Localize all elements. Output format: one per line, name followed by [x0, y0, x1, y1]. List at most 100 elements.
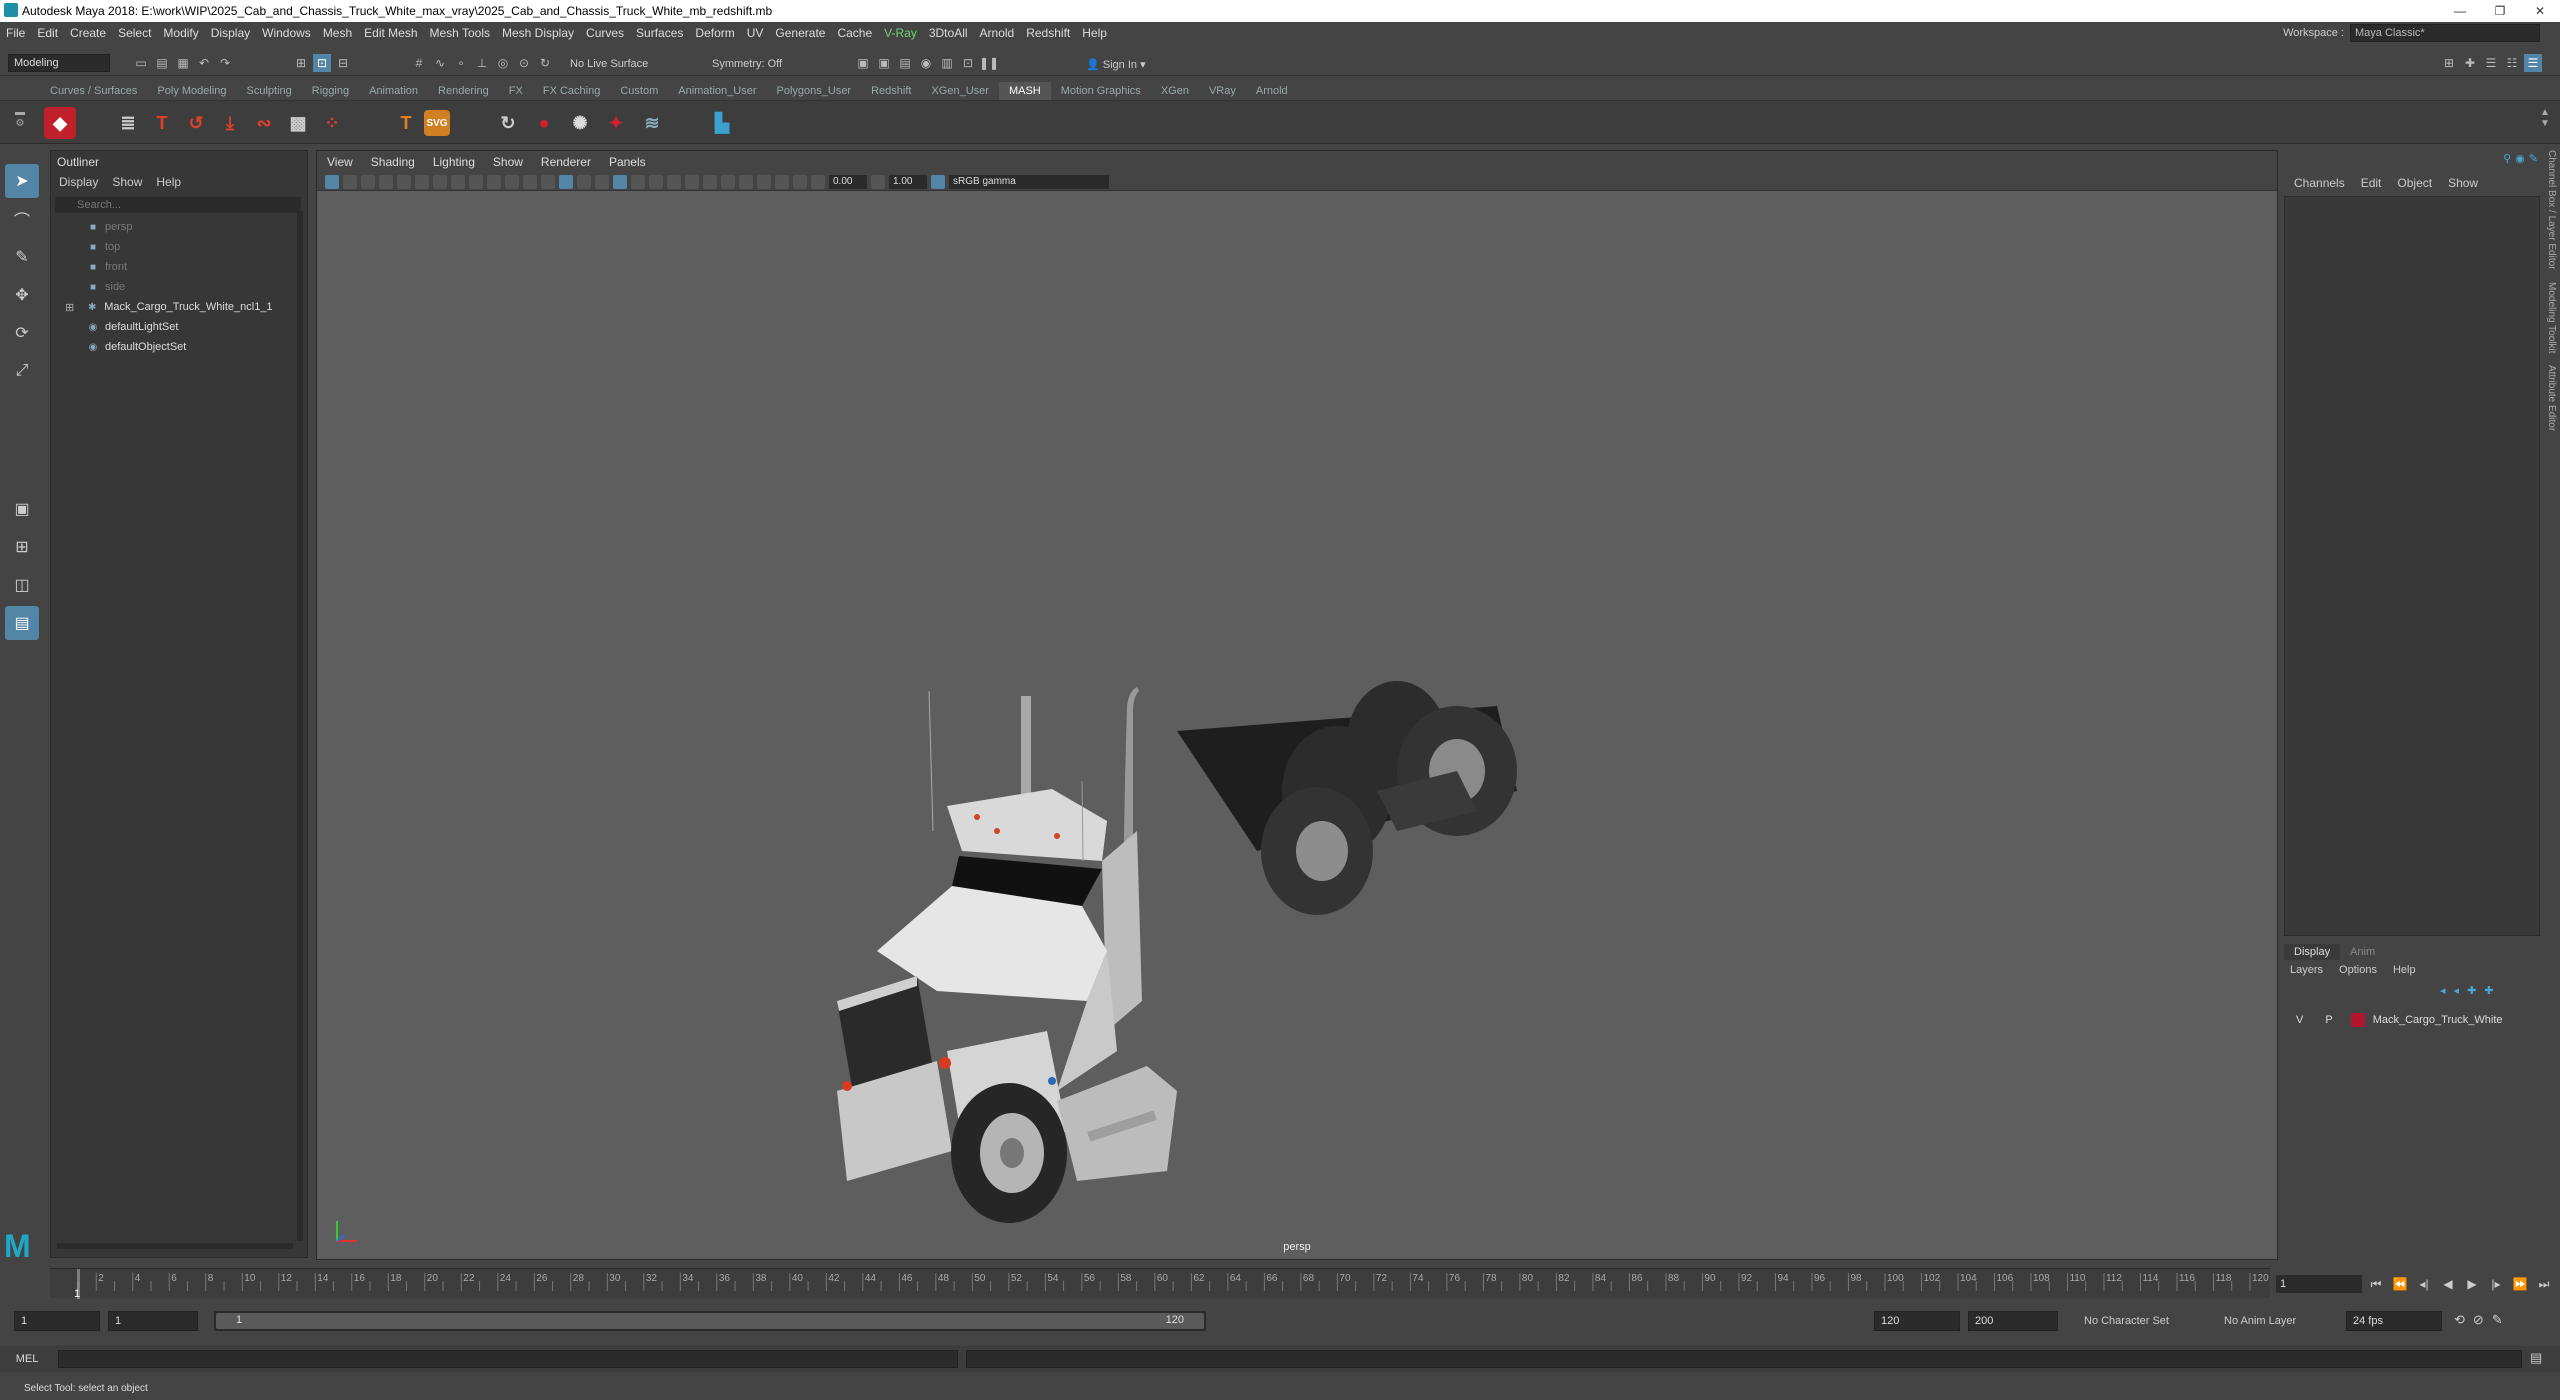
mash-type-icon[interactable]: T	[146, 107, 178, 139]
render-view-icon[interactable]: ▥	[938, 54, 956, 72]
viewport-menu-view[interactable]: View	[327, 155, 353, 169]
range-slider[interactable]: 1 120	[214, 1311, 1206, 1331]
pause-icon[interactable]: ❚❚	[979, 54, 999, 72]
single-perspective-layout-icon[interactable]: ▣	[5, 492, 39, 526]
viewport-menu-shading[interactable]: Shading	[371, 155, 415, 169]
auto-key-icon[interactable]: ⊘	[2473, 1312, 2484, 1328]
snap-grid-icon[interactable]: #	[410, 54, 428, 72]
layer-menu-layers[interactable]: Layers	[2290, 964, 2323, 976]
character-set-dropdown[interactable]: No Character Set	[2084, 1315, 2169, 1327]
shadows-icon[interactable]	[649, 174, 663, 189]
layer-menu-options[interactable]: Options	[2339, 964, 2377, 976]
default-material-icon[interactable]	[577, 174, 591, 189]
move-layer-down-icon[interactable]: ◂	[2454, 984, 2460, 997]
camera-attributes-icon[interactable]	[343, 174, 357, 189]
workspace-selector[interactable]: Workspace : Maya Classic*	[2283, 24, 2540, 42]
scale-tool-icon[interactable]: ⤢	[5, 354, 39, 388]
menu-mesh[interactable]: Mesh	[317, 26, 358, 40]
mash-spline-icon[interactable]: ∾	[248, 107, 280, 139]
viewport-menu-show[interactable]: Show	[493, 155, 523, 169]
mash-repro-icon[interactable]: ✦	[600, 107, 632, 139]
outliner-menu-help[interactable]: Help	[156, 175, 181, 189]
menu-arnold[interactable]: Arnold	[974, 26, 1021, 40]
mash-points-icon[interactable]: ⁘	[316, 107, 348, 139]
mel-input[interactable]	[58, 1350, 958, 1368]
field-chart-icon[interactable]	[505, 174, 519, 189]
outliner-hscrollbar[interactable]	[57, 1243, 293, 1249]
motion-blur-icon[interactable]	[685, 174, 699, 189]
layer-playback-toggle[interactable]: P	[2325, 1014, 2332, 1026]
grid-icon[interactable]	[433, 174, 447, 189]
cb-key-icon[interactable]: ⚲	[2503, 152, 2511, 165]
cb-menu-channels[interactable]: Channels	[2294, 176, 2345, 190]
bookmark-icon[interactable]	[361, 174, 375, 189]
smooth-shade-icon[interactable]	[559, 174, 573, 189]
anim-layer-dropdown[interactable]: No Anim Layer	[2224, 1315, 2296, 1327]
cb-settings-icon[interactable]: ◉	[2515, 152, 2525, 165]
menu-curves[interactable]: Curves	[580, 26, 630, 40]
image-plane-icon[interactable]	[379, 174, 393, 189]
cb-menu-edit[interactable]: Edit	[2361, 176, 2382, 190]
scene-end-field[interactable]: 200	[1968, 1311, 2058, 1331]
menu-mesh-display[interactable]: Mesh Display	[496, 26, 580, 40]
rotate-tool-icon[interactable]: ⟳	[5, 316, 39, 350]
menu-cache[interactable]: Cache	[831, 26, 878, 40]
shelf-tab-custom[interactable]: Custom	[610, 82, 668, 100]
camera-select-icon[interactable]	[325, 174, 339, 189]
script-editor-icon[interactable]: ▤	[2530, 1350, 2542, 1366]
isolate-select-icon[interactable]	[739, 174, 753, 189]
menu-modify[interactable]: Modify	[157, 26, 204, 40]
menu-redshift[interactable]: Redshift	[1020, 26, 1076, 40]
use-lights-icon[interactable]	[631, 174, 645, 189]
viewport-panel[interactable]: View Shading Lighting Show Renderer Panels 0.…	[316, 150, 2278, 1260]
ipr-icon[interactable]: ⊡	[959, 54, 977, 72]
outliner-item[interactable]: ■ top	[51, 237, 307, 257]
toggle-attribute-editor-icon[interactable]: ✚	[2461, 54, 2479, 72]
twod-pan-zoom-icon[interactable]	[397, 174, 411, 189]
menu-set-dropdown[interactable]: Modeling	[8, 54, 110, 72]
move-layer-up-icon[interactable]: ◂	[2440, 984, 2446, 997]
outliner-menu-display[interactable]: Display	[59, 175, 98, 189]
layer-color-swatch[interactable]	[2350, 1013, 2365, 1027]
render-settings-icon[interactable]: ▤	[896, 54, 914, 72]
playback-end-field[interactable]: 120	[1874, 1311, 1960, 1331]
outliner-persp-layout-icon[interactable]: ▤	[5, 606, 39, 640]
menu-display[interactable]: Display	[205, 26, 256, 40]
snap-view-icon[interactable]: ⊥	[473, 54, 491, 72]
cb-pin-icon[interactable]: ✎	[2529, 152, 2538, 165]
wireframe-on-shaded-icon[interactable]	[595, 174, 609, 189]
shelf-tab-fx-caching[interactable]: FX Caching	[533, 82, 610, 100]
restore-icon[interactable]: ❐	[2480, 0, 2520, 22]
layer-visibility-toggle[interactable]: V	[2296, 1014, 2303, 1026]
select-object-icon[interactable]: ⊡	[313, 54, 331, 72]
live-surface-field[interactable]: No Live Surface	[570, 58, 648, 70]
shelf-tab-motion-graphics[interactable]: Motion Graphics	[1051, 82, 1151, 100]
menu-create[interactable]: Create	[64, 26, 112, 40]
mash-distribute-icon[interactable]: ≋	[636, 107, 668, 139]
paint-select-tool-icon[interactable]: ✎	[5, 240, 39, 274]
textured-icon[interactable]	[613, 174, 627, 189]
shelf-tab-fx[interactable]: FX	[499, 82, 533, 100]
redo-icon[interactable]: ↷	[216, 54, 234, 72]
shelf-tab-animation[interactable]: Animation	[359, 82, 428, 100]
viewport-menu-panels[interactable]: Panels	[609, 155, 646, 169]
go-to-start-icon[interactable]: ⏮	[2366, 1277, 2386, 1292]
shelf-tab-xgen[interactable]: XGen	[1151, 82, 1199, 100]
outliner-vscrollbar[interactable]	[297, 211, 303, 1241]
mash-drop-icon[interactable]: ⤓	[214, 107, 246, 139]
mash-network-icon[interactable]: ◆	[44, 107, 76, 139]
minimize-icon[interactable]: —	[2440, 0, 2480, 22]
open-scene-icon[interactable]: ▤	[153, 54, 171, 72]
snap-surface-icon[interactable]: ◎	[494, 54, 512, 72]
new-layer-selected-icon[interactable]: ✚	[2484, 984, 2493, 997]
two-panel-layout-icon[interactable]: ◫	[5, 568, 39, 602]
shelf-tab-rigging[interactable]: Rigging	[302, 82, 359, 100]
film-gate-icon[interactable]	[451, 174, 465, 189]
xray-joints-icon[interactable]	[775, 174, 789, 189]
menu-edit[interactable]: Edit	[31, 26, 64, 40]
mash-svg-icon[interactable]: SVG	[424, 110, 450, 136]
tab-anim[interactable]: Anim	[2340, 944, 2385, 960]
cb-menu-object[interactable]: Object	[2397, 176, 2432, 190]
menu-surfaces[interactable]: Surfaces	[630, 26, 689, 40]
symmetry-dropdown[interactable]: Symmetry: Off	[712, 58, 782, 70]
